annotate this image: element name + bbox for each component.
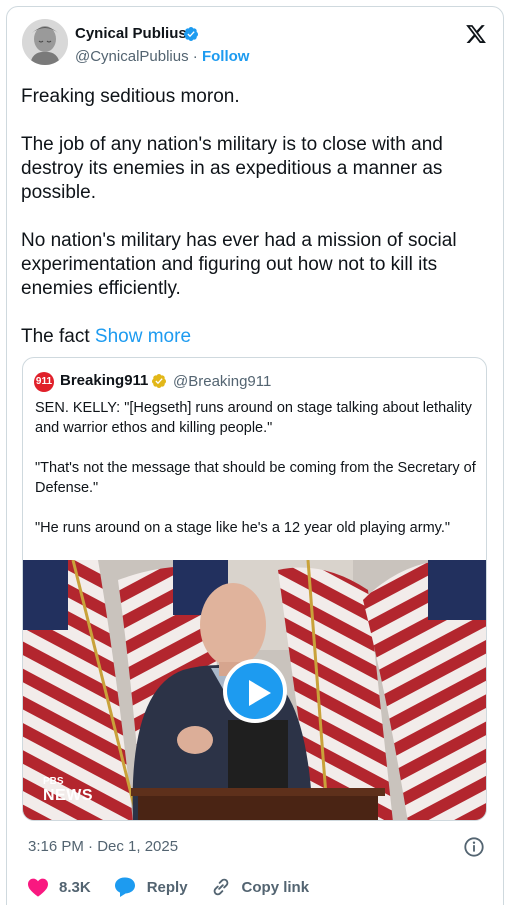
reply-button[interactable]: Reply [113, 876, 188, 898]
quoted-author-handle[interactable]: @Breaking911 [173, 373, 271, 390]
tweet-card: Cynical Publius @CynicalPublius · Follow… [6, 6, 504, 905]
like-count: 8.3K [59, 878, 91, 896]
heart-icon [28, 878, 48, 897]
tweet-truncated-paragraph: The fact Show more [21, 325, 491, 349]
watermark-top: PBS [43, 776, 64, 787]
video-thumbnail[interactable]: PBS NEWS [23, 560, 486, 820]
link-icon [213, 878, 228, 896]
tweet-paragraph: Freaking seditious moron. [21, 86, 240, 107]
quoted-author-name[interactable]: Breaking911 [60, 372, 148, 389]
quoted-tweet-text: SEN. KELLY: "[Hegseth] runs around on st… [35, 398, 480, 558]
quoted-author-avatar[interactable]: 911 [34, 372, 54, 392]
tweet-text: Freaking seditious moron. The job of any… [21, 85, 491, 373]
quoted-paragraph: "He runs around on a stage like he's a 1… [35, 520, 450, 536]
watermark-bottom: NEWS [43, 787, 93, 804]
copy-link-button[interactable]: Copy link [210, 876, 310, 898]
author-name[interactable]: Cynical Publius [75, 25, 187, 42]
action-bar: 8.3K Reply Copy link [27, 875, 331, 899]
verified-badge-icon [183, 27, 198, 41]
reply-bubble-icon [114, 877, 135, 897]
like-button[interactable]: 8.3K [27, 877, 91, 897]
tweet-paragraph: The job of any nation's military is to c… [21, 134, 443, 203]
tweet-truncated-text: The fact [21, 326, 95, 347]
author-handle-row: @CynicalPublius · Follow [75, 48, 249, 65]
pbs-news-watermark: PBS NEWS [43, 776, 93, 805]
quoted-tweet[interactable]: 911 Breaking911 @Breaking911 SEN. KELLY:… [22, 357, 487, 821]
reply-label: Reply [146, 878, 188, 896]
author-avatar[interactable] [22, 19, 68, 65]
play-icon [249, 680, 271, 706]
info-icon[interactable] [463, 836, 485, 858]
author-handle[interactable]: @CynicalPublius [75, 48, 189, 65]
tweet-timestamp[interactable]: 3:16 PM · Dec 1, 2025 [28, 838, 178, 855]
quoted-paragraph: "That's not the message that should be c… [35, 460, 476, 496]
follow-button[interactable]: Follow [202, 48, 250, 65]
x-logo-icon[interactable] [465, 23, 487, 45]
show-more-link[interactable]: Show more [95, 326, 191, 347]
handle-separator: · [188, 48, 202, 65]
copy-link-label: Copy link [241, 878, 310, 896]
gold-verified-badge-icon [151, 374, 166, 388]
quoted-paragraph: SEN. KELLY: "[Hegseth] runs around on st… [35, 400, 472, 436]
tweet-paragraph: No nation's military has ever had a miss… [21, 230, 457, 299]
play-button[interactable] [223, 659, 287, 723]
